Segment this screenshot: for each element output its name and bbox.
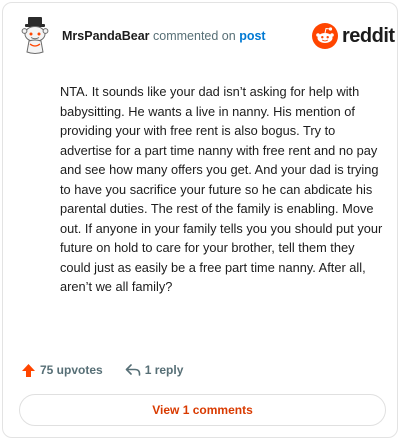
comment-header: MrsPandaBear commented on post reddit <box>3 3 397 67</box>
username-link[interactable]: MrsPandaBear <box>62 29 150 43</box>
reply-button[interactable]: 1 reply <box>125 363 184 377</box>
comment-body: NTA. It sounds like your dad isn’t askin… <box>60 84 383 294</box>
snoo-avatar-icon <box>21 17 49 54</box>
reddit-brand: reddit <box>312 21 395 51</box>
upvote-count: 75 upvotes <box>40 363 103 377</box>
reply-count: 1 reply <box>144 363 184 377</box>
comment-actions: 75 upvotes 1 reply <box>21 361 183 379</box>
reddit-logo-icon <box>312 23 338 49</box>
reply-arrow-icon <box>125 364 141 376</box>
byline-verb: commented on <box>153 29 236 43</box>
reddit-wordmark: reddit <box>342 25 395 47</box>
user-avatar[interactable] <box>18 15 52 55</box>
comment-byline: MrsPandaBear commented on post <box>62 29 266 43</box>
post-link[interactable]: post <box>239 29 265 43</box>
upvote-arrow-icon <box>22 363 35 377</box>
upvote-button[interactable]: 75 upvotes <box>21 363 103 378</box>
view-comments-button[interactable]: View 1 comments <box>19 394 386 426</box>
comment-card: MrsPandaBear commented on post reddit NT… <box>2 2 398 438</box>
